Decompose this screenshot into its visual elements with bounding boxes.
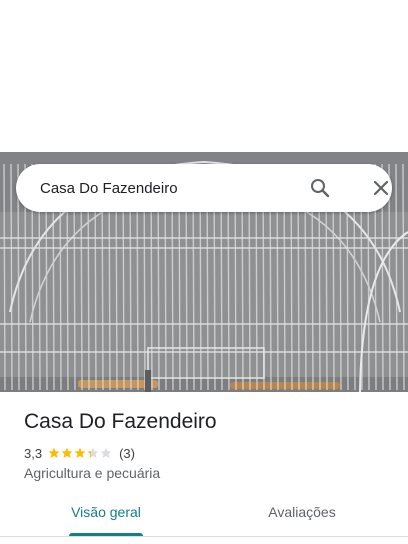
review-count: (3)	[119, 445, 135, 461]
star-icon	[100, 447, 112, 458]
star-icon	[48, 447, 60, 458]
close-icon[interactable]	[369, 176, 393, 200]
star-icon	[74, 447, 86, 458]
rating-row[interactable]: 3,3 (3)	[24, 445, 135, 461]
place-title: Casa Do Fazendeiro	[24, 410, 217, 433]
star-icon	[61, 447, 73, 458]
star-rating	[48, 447, 113, 459]
search-icon[interactable]	[308, 176, 332, 200]
place-category: Agricultura e pecuária	[24, 465, 161, 481]
search-input[interactable]	[40, 178, 290, 198]
tab-reviews[interactable]: Avaliações	[236, 504, 368, 538]
tabs-divider	[0, 536, 408, 537]
rating-value: 3,3	[24, 445, 43, 461]
star-icon	[87, 447, 99, 458]
search-bar	[16, 164, 392, 212]
